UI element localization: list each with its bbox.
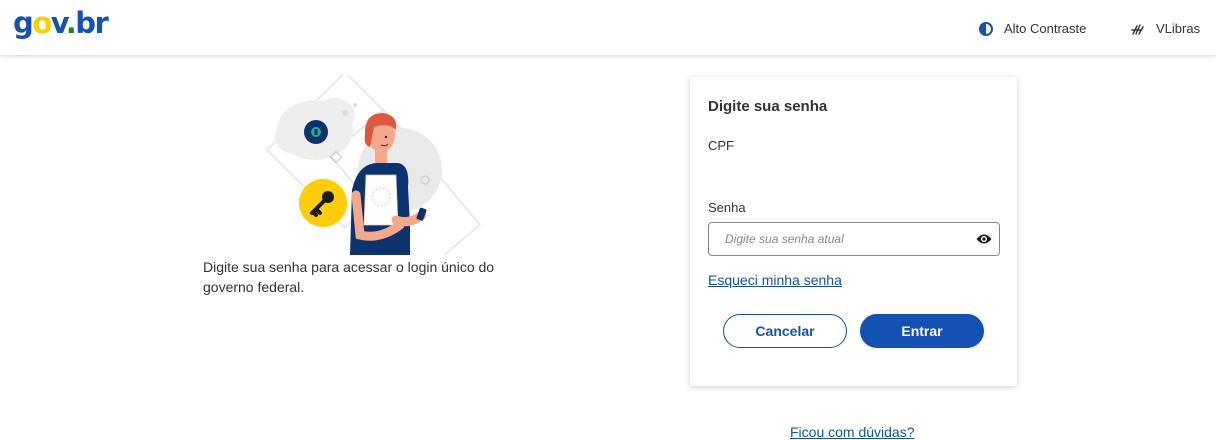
eye-icon[interactable] — [976, 232, 992, 246]
sign-language-icon — [1131, 23, 1144, 35]
forgot-password-link[interactable]: Esqueci minha senha — [708, 272, 842, 288]
vlibras-button[interactable]: VLibras — [1131, 21, 1200, 36]
card-title: Digite sua senha — [708, 98, 828, 115]
password-card: Digite sua senha CPF Senha Esqueci minha… — [690, 77, 1017, 386]
high-contrast-label: Alto Contraste — [1004, 21, 1087, 36]
password-label: Senha — [708, 200, 746, 215]
logo-dot: . — [65, 6, 77, 40]
logo-letter-v: v — [50, 6, 68, 40]
intro-text: Digite sua senha para acessar o login ún… — [203, 259, 495, 295]
logo-letters-br: br — [75, 6, 109, 40]
contrast-icon — [979, 21, 993, 36]
login-illustration — [266, 75, 482, 255]
logo-letter-o: o — [32, 6, 52, 40]
top-header: gov.br Alto Contraste VLibras — [0, 0, 1216, 55]
help-link[interactable]: Ficou com dúvidas? — [790, 424, 915, 440]
cancel-button[interactable]: Cancelar — [723, 314, 847, 348]
enter-button[interactable]: Entrar — [860, 314, 984, 348]
cpf-label: CPF — [708, 138, 734, 153]
logo-letter-g: g — [13, 6, 34, 40]
vlibras-label: VLibras — [1156, 21, 1201, 36]
password-field-container — [708, 222, 1000, 256]
govbr-logo[interactable]: gov.br — [13, 6, 109, 40]
high-contrast-button[interactable]: Alto Contraste — [979, 21, 1086, 36]
password-input[interactable] — [709, 224, 959, 254]
